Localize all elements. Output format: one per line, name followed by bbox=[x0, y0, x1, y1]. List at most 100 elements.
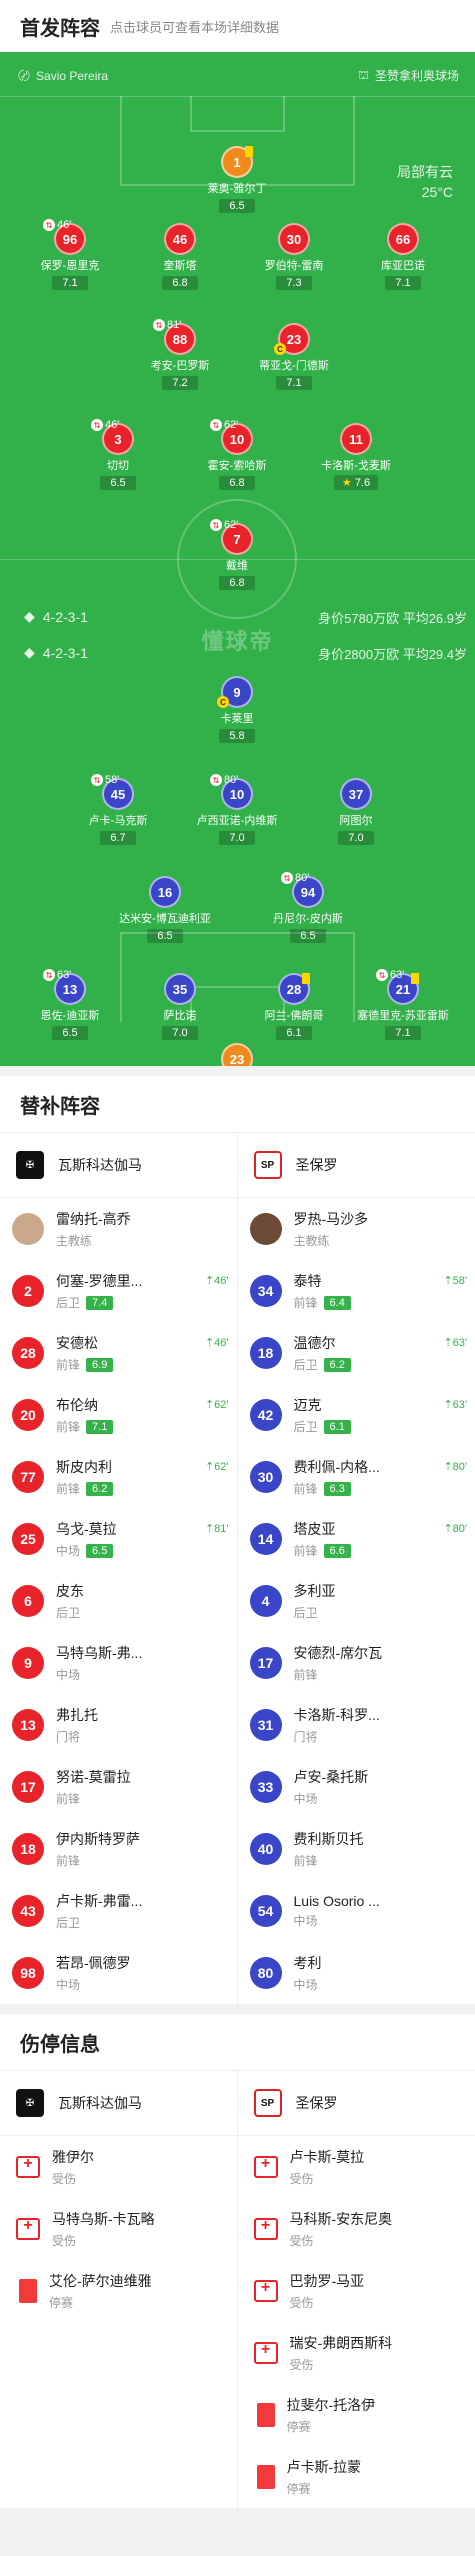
injury-status: 受伤 bbox=[290, 2356, 393, 2373]
injury-info: 马科斯-安东尼奥受伤 bbox=[290, 2209, 393, 2249]
away-player[interactable]: 35萨比诺7.0 bbox=[125, 973, 235, 1041]
injury-row[interactable]: 卢卡斯-莫拉受伤 bbox=[238, 2136, 475, 2198]
sub-player-row[interactable]: 31卡洛斯-科罗...门将 bbox=[238, 1694, 475, 1756]
player-rating: 7.1 bbox=[385, 276, 421, 290]
sub-player-row[interactable]: 14塔皮亚前锋6.6⇡80' bbox=[238, 1508, 475, 1570]
away-team-header[interactable]: SP圣保罗 bbox=[238, 1132, 475, 1198]
player-meta: 中场 bbox=[294, 1790, 369, 1807]
away-coach[interactable]: 罗热-马沙多主教练 bbox=[238, 1198, 475, 1260]
player-name: 努诺-莫雷拉 bbox=[56, 1767, 131, 1787]
player-name: 达米安-博瓦迪利亚 bbox=[110, 910, 220, 926]
sub-player-row[interactable]: 40费利斯贝托前锋 bbox=[238, 1818, 475, 1880]
home-player[interactable]: 3⇅46'切切6.5 bbox=[63, 423, 173, 491]
away-player[interactable]: 10⇅80'卢西亚诺-内维斯7.0 bbox=[182, 778, 292, 846]
home-player[interactable]: 23C蒂亚戈-门德斯7.1 bbox=[239, 323, 349, 391]
home-coach[interactable]: 雷纳托-高乔主教练 bbox=[0, 1198, 237, 1260]
rating-value: 7.3 bbox=[286, 277, 301, 289]
player-position: 中场 bbox=[294, 1912, 318, 1929]
sub-player-row[interactable]: 4多利亚后卫 bbox=[238, 1570, 475, 1632]
player-meta: 前锋6.6 bbox=[294, 1542, 351, 1559]
rating-value: 5.8 bbox=[229, 730, 244, 742]
away-player[interactable]: 28阿兰-佛朗哥6.1 bbox=[239, 973, 349, 1041]
medical-kit-icon bbox=[16, 2218, 40, 2240]
sub-player-row[interactable]: 6皮东后卫 bbox=[0, 1570, 237, 1632]
sub-player-row[interactable]: 13弗扎托门将 bbox=[0, 1694, 237, 1756]
home-player[interactable]: 7⇅62'戴维6.8 bbox=[182, 523, 292, 591]
player-name: 卢西亚诺-内维斯 bbox=[182, 812, 292, 828]
sub-player-row[interactable]: 17安德烈-席尔瓦前锋 bbox=[238, 1632, 475, 1694]
red-card-icon bbox=[257, 2403, 275, 2427]
away-player[interactable]: 9C卡莱里5.8 bbox=[182, 676, 292, 744]
away-player[interactable]: 94⇅80'丹尼尔-皮内斯6.5 bbox=[253, 876, 363, 944]
sub-player-row[interactable]: 43卢卡斯-弗雷...后卫 bbox=[0, 1880, 237, 1942]
sub-player-row[interactable]: 28安德松前锋6.9⇡46' bbox=[0, 1322, 237, 1384]
player-position: 前锋 bbox=[56, 1852, 80, 1869]
sub-player-row[interactable]: 34泰特前锋6.4⇡58' bbox=[238, 1260, 475, 1322]
sub-player-row[interactable]: 98若昂-佩德罗中场 bbox=[0, 1942, 237, 2004]
medical-kit-icon bbox=[254, 2280, 278, 2302]
sub-player-row[interactable]: 54Luis Osorio ...中场 bbox=[238, 1880, 475, 1942]
player-name: 卡洛斯-科罗... bbox=[294, 1705, 380, 1725]
player-rating: 6.2 bbox=[324, 1358, 351, 1372]
away-player[interactable]: 23拉斐尔6.6 bbox=[182, 1043, 292, 1066]
home-team-header[interactable]: ✠瓦斯科达伽马 bbox=[0, 1132, 237, 1198]
away-player[interactable]: 37阿图尔7.0 bbox=[301, 778, 411, 846]
player-rating: 7.1 bbox=[385, 1026, 421, 1040]
player-name: 保罗-恩里克 bbox=[15, 257, 125, 273]
away-player[interactable]: 21⇅63'塞德里克-苏亚雷斯7.1 bbox=[348, 973, 458, 1041]
player-name: 乌戈-莫拉 bbox=[56, 1519, 117, 1539]
player-position: 中场 bbox=[56, 1542, 80, 1559]
substitution-icon: ⇅ bbox=[91, 419, 103, 431]
sub-player-row[interactable]: 42迈克后卫6.1⇡63' bbox=[238, 1384, 475, 1446]
injury-row[interactable]: 艾伦-萨尔迪维雅停赛 bbox=[0, 2260, 237, 2322]
home-player[interactable]: 30罗伯特-雷南7.3 bbox=[239, 223, 349, 291]
home-player[interactable]: 11卡洛斯-戈麦斯★ 7.6 bbox=[301, 423, 411, 491]
rating-value: 6.8 bbox=[229, 477, 244, 489]
injury-row[interactable]: 马特乌斯-卡瓦略受伤 bbox=[0, 2198, 237, 2260]
injury-row[interactable]: 卢卡斯-拉蒙停赛 bbox=[238, 2446, 475, 2508]
injury-row[interactable]: 瑞安-弗朗西斯科受伤 bbox=[238, 2322, 475, 2384]
injury-row[interactable]: 雅伊尔受伤 bbox=[0, 2136, 237, 2198]
home-player[interactable]: 46奎斯塔6.8 bbox=[125, 223, 235, 291]
sub-player-row[interactable]: 9马特乌斯-弗...中场 bbox=[0, 1632, 237, 1694]
player-info: 乌戈-莫拉中场6.5 bbox=[56, 1519, 117, 1559]
weather: 局部有云25°C bbox=[397, 162, 453, 202]
home-player[interactable]: 96⇅46'保罗-恩里克7.1 bbox=[15, 223, 125, 291]
sub-player-row[interactable]: 30费利佩-内格...前锋6.3⇡80' bbox=[238, 1446, 475, 1508]
sub-player-row[interactable]: 77斯皮内利前锋6.2⇡62' bbox=[0, 1446, 237, 1508]
injury-status: 受伤 bbox=[290, 2170, 365, 2187]
player-name: 斯皮内利 bbox=[56, 1457, 113, 1477]
player-number: 34 bbox=[250, 1275, 282, 1307]
away-player[interactable]: 16达米安-博瓦迪利亚6.5 bbox=[110, 876, 220, 944]
player-position: 前锋 bbox=[294, 1666, 318, 1683]
page-hint: 点击球员可查看本场详细数据 bbox=[110, 17, 279, 36]
injury-row[interactable]: 拉斐尔-托洛伊停赛 bbox=[238, 2384, 475, 2446]
sub-player-row[interactable]: 80考利中场 bbox=[238, 1942, 475, 2004]
player-meta: 后卫6.1 bbox=[294, 1418, 351, 1435]
sub-in-icon: ⇡ bbox=[205, 1275, 214, 1287]
home-player[interactable]: 88⇅81'考安-巴罗斯7.2 bbox=[125, 323, 235, 391]
home-team-header[interactable]: ✠瓦斯科达伽马 bbox=[0, 2070, 237, 2136]
player-rating: 6.4 bbox=[324, 1296, 351, 1310]
sub-player-row[interactable]: 33卢安-桑托斯中场 bbox=[238, 1756, 475, 1818]
injury-row[interactable]: 巴勃罗-马亚受伤 bbox=[238, 2260, 475, 2322]
sub-player-row[interactable]: 25乌戈-莫拉中场6.5⇡81' bbox=[0, 1508, 237, 1570]
sub-player-row[interactable]: 18伊内斯特罗萨前锋 bbox=[0, 1818, 237, 1880]
away-player[interactable]: 45⇅58'卢卡-马克斯6.7 bbox=[63, 778, 173, 846]
injury-row[interactable]: 马科斯-安东尼奥受伤 bbox=[238, 2198, 475, 2260]
player-name: 巴勃罗-马亚 bbox=[290, 2271, 365, 2291]
home-player[interactable]: 1莱奥-雅尔丁6.5 bbox=[182, 146, 292, 214]
sub-player-row[interactable]: 2何塞-罗德里...后卫7.4⇡46' bbox=[0, 1260, 237, 1322]
home-player[interactable]: 66库亚巴诺7.1 bbox=[348, 223, 458, 291]
player-position: 后卫 bbox=[56, 1914, 80, 1931]
sub-player-row[interactable]: 18温德尔后卫6.2⇡63' bbox=[238, 1322, 475, 1384]
sub-player-row[interactable]: 17努诺-莫雷拉前锋 bbox=[0, 1756, 237, 1818]
player-name: 马特乌斯-弗... bbox=[56, 1643, 142, 1663]
player-name: 若昂-佩德罗 bbox=[56, 1953, 131, 1973]
player-rating: 6.5 bbox=[290, 929, 326, 943]
away-player[interactable]: 13⇅63'恩佐-迪亚斯6.5 bbox=[15, 973, 125, 1041]
sub-player-row[interactable]: 20布伦纳前锋7.1⇡62' bbox=[0, 1384, 237, 1446]
sub-minute: 58' bbox=[453, 1275, 467, 1287]
home-player[interactable]: 10⇅62'霍安-索哈斯6.8 bbox=[182, 423, 292, 491]
away-team-header[interactable]: SP圣保罗 bbox=[238, 2070, 475, 2136]
